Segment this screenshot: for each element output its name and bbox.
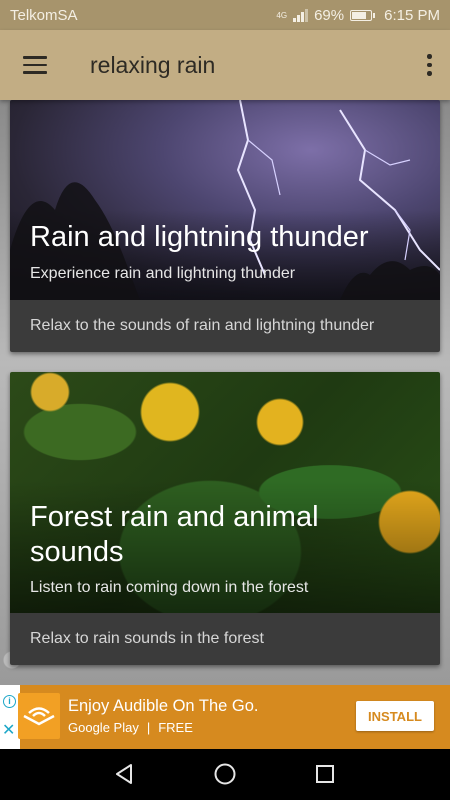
home-icon[interactable] [213, 762, 237, 786]
ad-headline: Enjoy Audible On The Go. [68, 697, 259, 715]
app-title: relaxing rain [90, 51, 216, 78]
card-title: Rain and lightning thunder [30, 221, 369, 253]
ad-separator: | [146, 720, 151, 735]
clock: 6:15 PM [384, 6, 440, 24]
menu-icon[interactable] [23, 56, 47, 74]
battery-icon [350, 9, 376, 21]
forest-image: Forest rain and animal sounds Listen to … [10, 372, 440, 613]
ad-subline: Google Play | FREE [68, 720, 193, 735]
network-type: 4G [276, 10, 288, 20]
app-bar: relaxing rain [0, 30, 450, 100]
card-description: Relax to the sounds of rain and lightnin… [30, 317, 375, 334]
more-vert-icon[interactable] [426, 54, 432, 76]
card-footer: Relax to the sounds of rain and lightnin… [10, 300, 440, 352]
signal-icon [293, 8, 309, 22]
status-bar: TelkomSA 4G 69% 6:15 PM [0, 0, 450, 30]
system-nav-bar [0, 749, 450, 800]
ad-store: Google Play [68, 720, 139, 735]
info-icon[interactable]: i [3, 695, 16, 708]
audible-logo-icon [18, 693, 60, 739]
status-right: 4G 69% 6:15 PM [276, 7, 440, 24]
close-icon[interactable]: ✕ [2, 723, 15, 739]
back-icon[interactable] [113, 762, 137, 786]
card-description: Relax to rain sounds in the forest [30, 630, 264, 647]
recents-icon[interactable] [313, 762, 337, 786]
install-button[interactable]: INSTALL [356, 701, 434, 731]
card-footer: Relax to rain sounds in the forest [10, 613, 440, 665]
card-subtitle: Experience rain and lightning thunder [30, 265, 296, 282]
sound-card-thunder[interactable]: Rain and lightning thunder Experience ra… [10, 100, 440, 352]
thunder-image: Rain and lightning thunder Experience ra… [10, 100, 440, 300]
ad-banner[interactable]: i ✕ Enjoy Audible On The Go. Google Play… [0, 685, 450, 749]
card-subtitle: Listen to rain coming down in the forest [30, 579, 309, 596]
card-title: Forest rain and animal sounds [30, 501, 319, 568]
carrier-label: TelkomSA [10, 6, 78, 24]
ad-choices-strip: i ✕ [0, 685, 20, 749]
ad-price: FREE [158, 720, 193, 735]
battery-percent: 69% [314, 6, 345, 24]
sound-card-forest[interactable]: Forest rain and animal sounds Listen to … [10, 372, 440, 665]
